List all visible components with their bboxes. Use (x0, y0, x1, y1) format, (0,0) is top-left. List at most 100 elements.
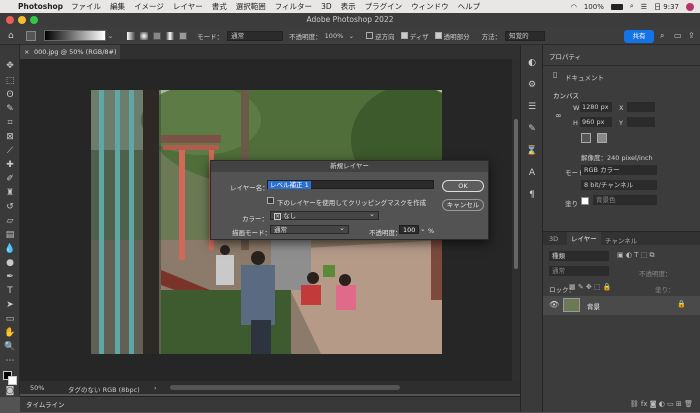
share-button[interactable]: 共有 (624, 30, 654, 43)
search-icon[interactable]: ⌕ (660, 31, 664, 41)
color-mode-select[interactable]: RGB カラー (581, 165, 657, 175)
background-color-swatch[interactable] (8, 376, 17, 385)
zoom-level[interactable]: 50% (30, 384, 44, 392)
more-tools-icon[interactable]: ⋯ (4, 355, 16, 367)
canvas-section-title[interactable]: カンバス (553, 90, 579, 100)
portrait-orientation-icon[interactable] (581, 133, 591, 143)
dialog-opacity-input[interactable]: 100 (399, 225, 419, 234)
layer-filter-select[interactable]: 種類 (549, 251, 609, 261)
document-tab[interactable]: × 000.jpg @ 50% (RGB/8#) (20, 45, 120, 59)
tab-close-icon[interactable]: × (24, 45, 29, 59)
x-input[interactable] (627, 102, 655, 112)
menu-plugins[interactable]: プラグイン (365, 1, 403, 12)
menu-3d[interactable]: 3D (321, 2, 332, 11)
tab-channels[interactable]: チャンネル (605, 235, 637, 245)
zoom-window-button[interactable] (30, 16, 38, 24)
gradient-tool-icon[interactable]: ▤ (4, 229, 16, 241)
new-layer-icon[interactable]: ⊞ (676, 400, 682, 408)
dither-checkbox[interactable] (400, 32, 408, 39)
scroll-thumb[interactable] (514, 119, 518, 269)
transparency-checkbox[interactable] (434, 32, 442, 39)
ok-button[interactable]: OK (442, 180, 484, 192)
paragraph-panel-icon[interactable]: ¶ (526, 189, 538, 201)
user-avatar-icon[interactable] (686, 2, 694, 11)
clipping-mask-checkbox[interactable] (267, 197, 274, 204)
opacity-dropdown-icon[interactable]: ⌄ (349, 32, 354, 40)
timeline-panel-tab[interactable]: タイムライン (20, 396, 520, 412)
trash-icon[interactable]: 🗑 (684, 400, 693, 408)
properties-title[interactable]: プロパティ (549, 53, 581, 61)
reflected-gradient-icon[interactable] (166, 31, 175, 40)
link-layers-icon[interactable]: ⛓ (630, 400, 639, 408)
fill-select[interactable]: 背景色 (593, 195, 657, 205)
layer-mask-icon[interactable]: ◙ (650, 400, 657, 408)
color-select[interactable]: × なし (270, 210, 379, 220)
layer-blend-select[interactable]: 通常 (549, 266, 609, 276)
landscape-orientation-icon[interactable] (597, 133, 607, 143)
reverse-checkbox[interactable] (366, 32, 374, 39)
hand-tool-icon[interactable]: ✋ (4, 327, 16, 339)
width-input[interactable]: 1280 px (580, 102, 612, 112)
control-center-icon[interactable]: ☰ (641, 3, 647, 11)
opacity-input[interactable]: 100% (325, 32, 349, 40)
tab-3d[interactable]: 3D (549, 235, 558, 243)
libraries-panel-icon[interactable]: ☰ (526, 101, 538, 113)
path-select-tool-icon[interactable]: ➤ (4, 299, 16, 311)
blur-tool-icon[interactable]: 💧 (4, 243, 16, 255)
gradient-swatch[interactable] (43, 30, 106, 41)
blend-mode-select[interactable]: 通常 (270, 224, 349, 234)
layer-row[interactable]: 👁 背景 🔒 (543, 296, 700, 315)
filter-icons[interactable]: ▣ ◐ T ⬚ ⧉ (617, 251, 655, 260)
brush-tool-icon[interactable]: ✐ (4, 173, 16, 185)
eye-visibility-icon[interactable]: 👁 (549, 300, 559, 309)
quick-mask-icon[interactable]: ◙ (4, 385, 16, 397)
menu-layer[interactable]: レイヤー (173, 1, 203, 12)
battery-icon[interactable] (610, 3, 623, 10)
history-panel-icon[interactable]: ⌛ (526, 145, 538, 157)
height-input[interactable]: 960 px (580, 117, 612, 127)
character-panel-icon[interactable]: A (526, 167, 538, 179)
rectangle-tool-icon[interactable]: ▭ (4, 313, 16, 325)
pen-tool-icon[interactable]: ✒ (4, 271, 16, 283)
adjustments-panel-icon[interactable]: ⚙ (526, 79, 538, 91)
dodge-tool-icon[interactable]: ● (4, 257, 16, 269)
menu-help[interactable]: ヘルプ (458, 1, 481, 12)
radial-gradient-icon[interactable] (140, 31, 149, 40)
eraser-tool-icon[interactable]: ▱ (4, 215, 16, 227)
history-brush-tool-icon[interactable]: ↺ (4, 201, 16, 213)
gradient-dropdown-icon[interactable]: ⌄ (108, 32, 113, 40)
search-icon[interactable]: ⌕ (630, 2, 634, 11)
clock[interactable]: 日 9:37 (654, 2, 679, 12)
menu-image[interactable]: イメージ (134, 1, 164, 12)
healing-brush-tool-icon[interactable]: ✚ (4, 159, 16, 171)
menu-window[interactable]: ウィンドウ (411, 1, 449, 12)
fill-swatch[interactable] (581, 197, 589, 205)
horizontal-scrollbar[interactable] (170, 385, 400, 390)
lasso-tool-icon[interactable]: ʘ (4, 89, 16, 101)
share-cloud-icon[interactable]: ⇪ (688, 31, 695, 40)
adjustment-layer-icon[interactable]: ◐ (659, 400, 665, 408)
home-icon[interactable]: ⌂ (8, 31, 14, 41)
link-dimensions-icon[interactable]: ∞ (555, 111, 562, 120)
zoom-tool-icon[interactable]: 🔍 (4, 341, 16, 353)
menu-filter[interactable]: フィルター (275, 1, 312, 12)
close-window-button[interactable] (6, 16, 14, 24)
menu-edit[interactable]: 編集 (110, 1, 125, 12)
angle-gradient-icon[interactable] (153, 31, 162, 40)
frame-tool-icon[interactable]: ⊠ (4, 131, 16, 143)
menu-type[interactable]: 書式 (212, 1, 227, 12)
menu-select[interactable]: 選択範囲 (236, 1, 266, 12)
gradient-tool-preset-icon[interactable] (25, 30, 36, 41)
crop-tool-icon[interactable]: ⌗ (4, 117, 16, 129)
status-arrow-icon[interactable]: › (154, 384, 157, 392)
type-tool-icon[interactable]: T (4, 285, 16, 297)
wifi-icon[interactable]: ◠ (571, 3, 577, 11)
mode-select[interactable]: 通常 (227, 30, 284, 41)
cancel-button[interactable]: キャンセル (442, 199, 484, 211)
marquee-tool-icon[interactable]: ⬚ (4, 75, 16, 87)
color-panel-icon[interactable]: ◐ (526, 57, 538, 69)
move-tool-icon[interactable]: ✥ (4, 60, 16, 72)
workspace-icon[interactable]: ▭ (674, 31, 682, 40)
diamond-gradient-icon[interactable] (179, 31, 188, 40)
lock-icons[interactable]: ▦ ✎ ✥ ⬚ 🔒 (569, 283, 612, 291)
